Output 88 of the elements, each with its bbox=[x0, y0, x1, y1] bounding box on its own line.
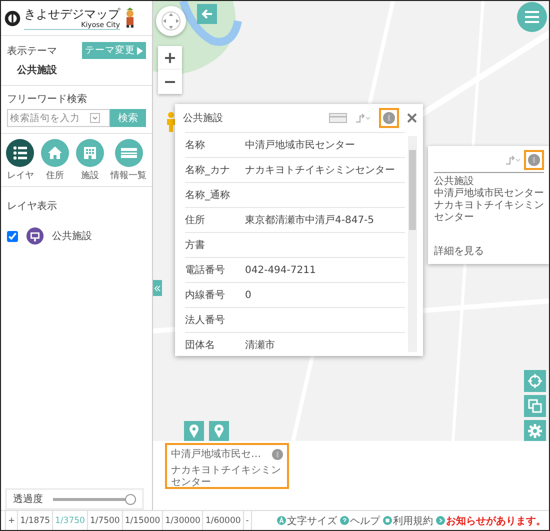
footer-link[interactable]: ヘルプ bbox=[340, 511, 380, 530]
tool-button[interactable]: 住所 bbox=[41, 139, 70, 182]
footer-link[interactable]: お知らせがあります。 bbox=[436, 511, 546, 530]
slider-thumb[interactable] bbox=[125, 494, 136, 504]
field-label: 団体名 bbox=[185, 339, 216, 352]
back-arrow-icon bbox=[201, 8, 213, 20]
pin-icon bbox=[189, 424, 199, 438]
zoom-in-button[interactable] bbox=[158, 46, 182, 70]
field-label: 電話番号 bbox=[185, 264, 226, 277]
tool-button[interactable]: 施設 bbox=[76, 139, 104, 182]
info-icon[interactable] bbox=[272, 448, 283, 460]
scrollbar[interactable] bbox=[408, 136, 417, 352]
card-title: 中清戸地域市民セ… bbox=[171, 448, 261, 461]
menu-icon bbox=[525, 11, 539, 23]
help-icon bbox=[340, 516, 349, 525]
field-value: 042-494-7211 bbox=[245, 264, 316, 276]
theme-value: 公共施設 bbox=[16, 64, 58, 78]
scale-option[interactable]: 1/30000 bbox=[163, 511, 204, 530]
panel-title: 公共施設 bbox=[183, 112, 224, 125]
field-value: 0 bbox=[245, 290, 252, 300]
card-subtitle: ナカキヨトチイキシミンセンター bbox=[171, 465, 282, 489]
footer-link[interactable]: 文字サイズ bbox=[277, 511, 337, 530]
app-title: きよせデジマップ bbox=[24, 6, 120, 20]
gear-icon bbox=[528, 424, 542, 438]
scale-zoom-in-button[interactable]: + bbox=[5, 511, 18, 530]
pin-list-button[interactable] bbox=[184, 421, 204, 441]
card-icon[interactable] bbox=[329, 113, 347, 123]
pin-icon bbox=[214, 424, 224, 438]
scale-option[interactable]: 1/7500 bbox=[88, 511, 123, 530]
compass-icon bbox=[161, 11, 181, 31]
field-label: 名称_カナ bbox=[185, 164, 231, 177]
layer-label: 公共施設 bbox=[52, 230, 92, 243]
search-label: フリーワード検索 bbox=[7, 92, 88, 106]
pin-button[interactable] bbox=[209, 421, 229, 441]
layer-checkbox[interactable] bbox=[7, 230, 18, 242]
info-text: 公共施設 bbox=[434, 176, 475, 188]
scale-option[interactable]: 1/60000 bbox=[203, 511, 244, 530]
settings-button[interactable] bbox=[524, 420, 546, 441]
double-chevron-icon bbox=[154, 284, 161, 292]
play-icon bbox=[137, 46, 143, 54]
opacity-slider[interactable] bbox=[53, 494, 136, 504]
field-value: 中清戸地域市民センター bbox=[245, 138, 355, 152]
field-label: 名称 bbox=[185, 139, 206, 152]
notice-icon bbox=[436, 516, 445, 525]
opacity-label: 透過度 bbox=[13, 492, 43, 506]
crosshair-icon bbox=[528, 374, 542, 388]
plus-icon bbox=[164, 52, 176, 64]
font-size-icon bbox=[277, 516, 286, 525]
card-icon bbox=[114, 139, 143, 167]
info-text: ナカキヨトチイキシミンセンター bbox=[434, 200, 544, 224]
details-link[interactable]: 詳細を見る bbox=[434, 244, 544, 258]
close-icon[interactable] bbox=[407, 113, 417, 123]
footer-link[interactable]: 利用規約 bbox=[383, 511, 433, 530]
collapse-button[interactable] bbox=[153, 280, 162, 296]
info-icon[interactable] bbox=[383, 112, 395, 124]
list-icon bbox=[6, 139, 34, 167]
facility-icon bbox=[26, 227, 44, 245]
layers-button[interactable] bbox=[524, 395, 546, 417]
layer-section-title: レイヤ表示 bbox=[7, 200, 58, 213]
field-value: 東京都清瀬市中清戸4-847-5 bbox=[245, 214, 374, 227]
terms-icon bbox=[383, 516, 392, 525]
dropdown-icon[interactable] bbox=[90, 113, 100, 123]
field-label: 法人番号 bbox=[185, 314, 226, 327]
field-value: ナカキヨトチイキシミンセンター bbox=[245, 164, 395, 177]
pegman-icon[interactable] bbox=[166, 112, 176, 132]
field-value: 清瀬市 bbox=[245, 338, 275, 352]
route-icon[interactable] bbox=[355, 113, 371, 123]
zoom-out-button[interactable] bbox=[158, 70, 182, 94]
back-button[interactable] bbox=[197, 4, 217, 24]
field-label: 方書 bbox=[185, 238, 206, 252]
scale-option[interactable]: 1/1875 bbox=[18, 511, 54, 530]
theme-label: 表示テーマ bbox=[7, 44, 57, 58]
info-icon[interactable] bbox=[528, 154, 540, 166]
locate-button[interactable] bbox=[524, 370, 546, 392]
building-icon bbox=[76, 139, 104, 167]
layers-icon bbox=[528, 399, 542, 413]
field-label: 住所 bbox=[185, 214, 206, 227]
info-text: 中清戸地域市民センター bbox=[434, 188, 544, 200]
search-field[interactable]: 検索語句を入力 bbox=[7, 109, 110, 127]
route-icon[interactable] bbox=[505, 155, 521, 165]
house-icon bbox=[41, 139, 70, 167]
field-label: 内線番号 bbox=[185, 288, 226, 302]
tool-button[interactable]: 情報一覧 bbox=[110, 139, 147, 182]
emblem-icon bbox=[4, 10, 21, 26]
tool-button[interactable]: レイヤ bbox=[6, 139, 34, 182]
scale-option[interactable]: 1/15000 bbox=[122, 511, 164, 530]
field-label: 名称_通称 bbox=[185, 188, 231, 202]
selection-card[interactable]: 中清戸地域市民セ… ナカキヨトチイキシミンセンター bbox=[165, 443, 289, 489]
